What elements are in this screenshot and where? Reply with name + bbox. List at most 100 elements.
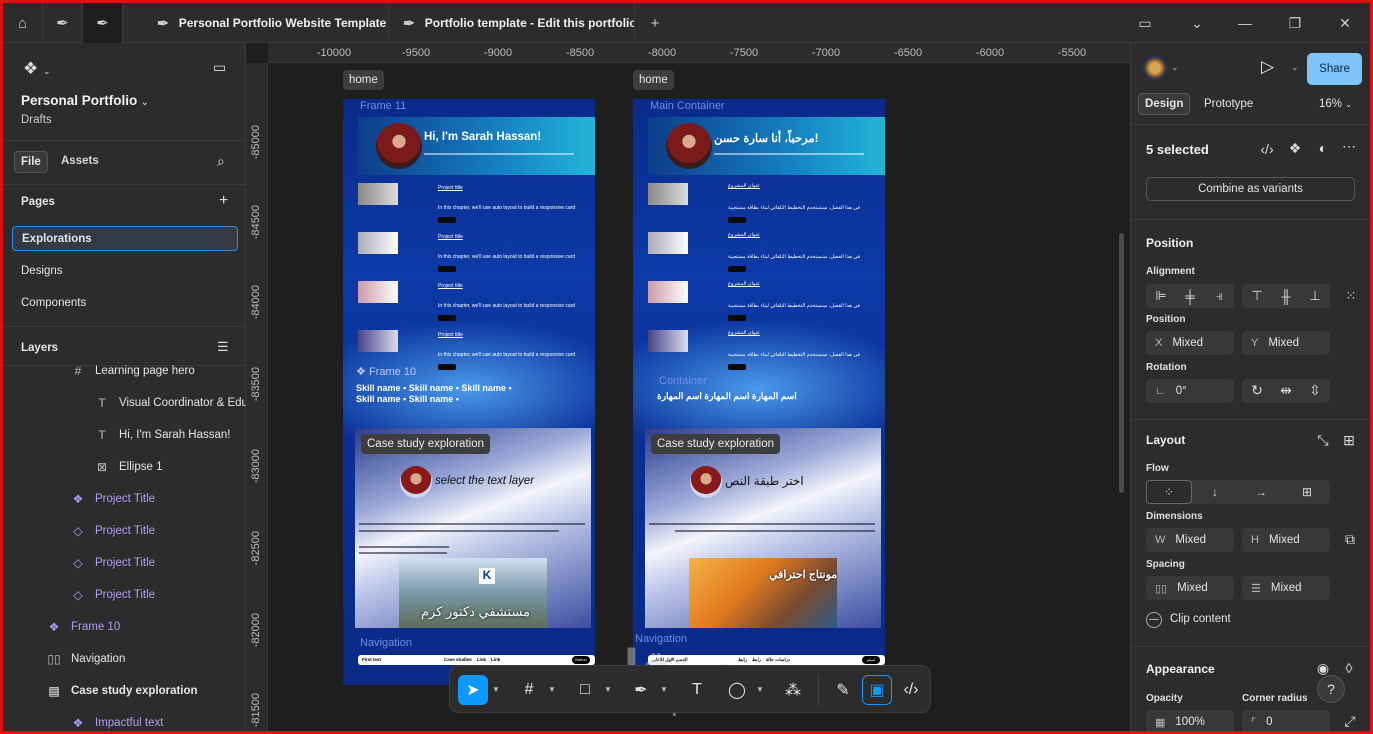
board-frame-11[interactable]: Frame 11 Hi, I'm Sarah Hassan! Project t… (343, 99, 595, 685)
new-tab-icon[interactable]: + (635, 3, 675, 43)
y-position-field[interactable]: Y Mixed (1242, 331, 1330, 355)
more-icon[interactable]: ⋯ (1339, 138, 1359, 155)
draw-mode-icon[interactable]: ✎ (828, 675, 858, 705)
figma-menu-icon[interactable]: ❖ ⌄ (23, 59, 51, 79)
layer-item[interactable]: ◇ Project Title (71, 552, 155, 574)
chevron-down-icon[interactable]: ▼ (604, 685, 612, 694)
align-center-h-icon[interactable]: ╪ (1176, 284, 1204, 308)
search-icon[interactable]: ⌕ (217, 153, 225, 170)
resize-constraint-icon[interactable]: ⧉ (1340, 531, 1360, 548)
flip-vertical-icon[interactable]: ⇳ (1305, 382, 1325, 399)
layer-item[interactable]: ◇ Project Title (71, 520, 155, 542)
layer-item[interactable]: ❖ Impactful text (71, 712, 164, 731)
case-study-label[interactable]: Case study exploration (361, 434, 490, 454)
chevron-down-icon[interactable]: ▼ (756, 685, 764, 694)
corner-radius-field[interactable]: ⌜ 0 (1242, 710, 1330, 731)
text-tool-icon[interactable]: T (682, 675, 712, 705)
pen-tool-icon[interactable]: ✒ (626, 675, 656, 705)
align-top-icon[interactable]: ⊤ (1243, 284, 1271, 308)
opacity-field[interactable]: ▦ 100% (1146, 710, 1234, 731)
sidebar-toggle-icon[interactable]: ▭ (213, 59, 226, 76)
component-icon[interactable]: ❖ (1285, 140, 1305, 157)
horizontal-flow-icon[interactable]: → (1238, 480, 1284, 504)
chevron-down-icon[interactable]: ▼ (548, 685, 556, 694)
layer-item[interactable]: ❖ Frame 10 (47, 616, 121, 638)
horizontal-spacing-field[interactable]: ▯▯ Mixed (1146, 576, 1234, 600)
align-bottom-icon[interactable]: ⊥ (1301, 284, 1329, 308)
present-play-icon[interactable]: ▷ (1261, 57, 1274, 77)
layer-item[interactable]: # Learning page hero (71, 360, 195, 382)
home-icon[interactable]: ⌂ (3, 3, 43, 43)
layer-item[interactable]: T Visual Coordinator & Edu (95, 392, 248, 414)
case-study-section[interactable]: Case study exploration select the text l… (355, 428, 591, 628)
share-button[interactable]: Share (1307, 53, 1362, 85)
frame-label-home[interactable]: home (633, 70, 674, 90)
assets-tab[interactable]: Assets (61, 155, 99, 167)
tab-prototype[interactable]: Prototype (1204, 98, 1253, 110)
tab-personal-portfolio[interactable]: ✒ Personal Portfolio Website Template ( (143, 3, 389, 43)
layer-item[interactable]: ❖ Project Title (71, 488, 155, 510)
chevron-down-icon[interactable]: ⌄ (1291, 62, 1299, 73)
vertical-spacing-field[interactable]: ☰ Mixed (1242, 576, 1330, 600)
clip-content-checkbox[interactable]: — (1146, 612, 1162, 628)
hero-banner[interactable]: Hi, I'm Sarah Hassan! (358, 117, 595, 175)
collapse-layers-icon[interactable]: ☰ (217, 339, 229, 355)
page-item-components[interactable]: Components (21, 297, 86, 309)
actions-tool-icon[interactable]: ⁂ (778, 675, 808, 705)
close-icon[interactable]: ✕ (1321, 3, 1369, 43)
chevron-down-icon[interactable]: ▼ (492, 685, 500, 694)
tab-portfolio-template[interactable]: ✒ Portfolio template - Edit this portfol… (389, 3, 635, 43)
file-tab[interactable]: File (14, 151, 48, 173)
hero-banner[interactable]: مرحباً، أنا سارة حسن! (648, 117, 885, 175)
frame10-label[interactable]: ❖ Frame 10 (356, 365, 416, 378)
layer-item[interactable]: ▤ Case study exploration (47, 680, 197, 702)
frame-tool-icon[interactable]: # (514, 675, 544, 705)
pen-tool-icon[interactable]: ✒ (43, 3, 83, 43)
avatar[interactable] (1143, 56, 1167, 80)
contrast-icon[interactable]: ◐ (1313, 140, 1333, 156)
drop-icon[interactable]: ◊ (1339, 660, 1359, 676)
case-study-section[interactable]: Case study exploration اختر طبقة النص مو… (645, 428, 881, 628)
rotation-field[interactable]: ∟ 0° (1146, 379, 1234, 403)
rectangle-tool-icon[interactable]: □ (570, 675, 600, 705)
width-field[interactable]: W Mixed (1146, 528, 1234, 552)
chevron-down-icon[interactable]: ▼ (660, 685, 668, 694)
frame-label-home[interactable]: home (343, 70, 384, 90)
vertical-scrollbar[interactable] (1119, 233, 1124, 493)
chevron-down-icon[interactable]: ⌄ (1171, 62, 1179, 73)
dev-mode-icon[interactable]: ‹/› (896, 675, 926, 705)
layer-item[interactable]: T Hi, I'm Sarah Hassan! (95, 424, 230, 446)
collapse-icon[interactable]: ⤡ (1313, 432, 1333, 449)
file-name[interactable]: Personal Portfolio ⌄ (21, 93, 149, 108)
grid-flow-icon[interactable]: ⊞ (1284, 480, 1330, 504)
code-icon[interactable]: ‹/› (1257, 141, 1277, 157)
freeform-flow-icon[interactable]: ⁘ (1146, 480, 1192, 504)
move-tool-icon[interactable]: ➤ (458, 675, 488, 705)
combine-variants-button[interactable]: Combine as variants (1146, 177, 1355, 201)
height-field[interactable]: H Mixed (1242, 528, 1330, 552)
minimize-icon[interactable]: — (1221, 3, 1269, 43)
notebook-icon[interactable]: ▭ (1121, 3, 1169, 43)
distribute-icon[interactable]: ⁙ (1337, 284, 1365, 308)
add-page-icon[interactable]: + (219, 192, 228, 210)
board-main-container[interactable]: Main Container مرحباً، أنا سارة حسن! عنو… (633, 99, 885, 685)
design-mode-icon[interactable]: ▣ (862, 675, 892, 705)
auto-layout-add-icon[interactable]: ⊞ (1339, 432, 1359, 449)
canvas[interactable]: -10000 -9500 -9000 -8500 -8000 -7500 -70… (246, 43, 1130, 731)
draft-icon[interactable]: ✒ (83, 3, 123, 43)
layer-item[interactable]: ◇ Project Title (71, 584, 155, 606)
page-item-explorations[interactable]: Explorations (12, 226, 238, 251)
chevron-down-icon[interactable]: ⌄ (1173, 3, 1221, 43)
rotate-icon[interactable]: ↻ (1247, 382, 1267, 399)
flip-horizontal-icon[interactable]: ⇹ (1276, 382, 1296, 399)
help-button[interactable]: ? (1317, 675, 1345, 703)
expand-corners-icon[interactable]: ⤢ (1340, 713, 1360, 730)
page-item-designs[interactable]: Designs (21, 265, 63, 277)
align-left-icon[interactable]: ⊫ (1147, 284, 1175, 308)
x-position-field[interactable]: X Mixed (1146, 331, 1234, 355)
align-middle-icon[interactable]: ╫ (1272, 284, 1300, 308)
align-right-icon[interactable]: ⫣ (1205, 284, 1233, 308)
tab-design[interactable]: Design (1138, 93, 1191, 115)
layer-item[interactable]: ⊠ Ellipse 1 (95, 456, 163, 478)
maximize-icon[interactable]: ❐ (1271, 3, 1319, 43)
